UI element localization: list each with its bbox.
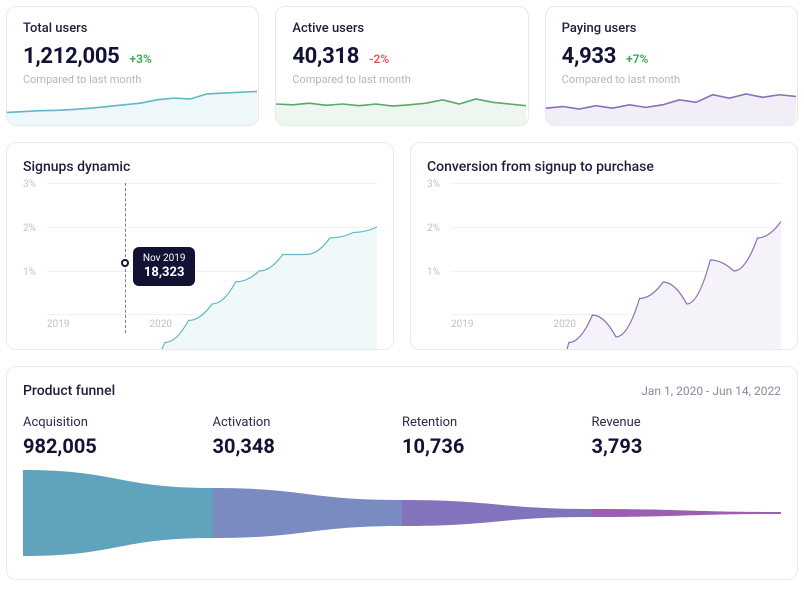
- chart-area: 3% 2% 1% 2019 2020 2021 2022: [427, 183, 781, 333]
- kpi-delta: +7%: [626, 52, 648, 66]
- chart-area: 3% 2% 1% 2019 2020 2021 2022 Nov 2019: [23, 183, 377, 333]
- funnel-header: Product funnel Jan 1, 2020 - Jun 14, 202…: [23, 383, 781, 399]
- chart-title: Signups dynamic: [23, 159, 377, 175]
- sparkline-paying-users: [546, 83, 796, 125]
- y-tick: 3%: [427, 179, 440, 190]
- funnel-segment: [23, 470, 213, 556]
- stage-value: 30,348: [213, 434, 395, 458]
- line-chart-conversion: [451, 183, 781, 350]
- line-chart-signups: [47, 183, 377, 350]
- funnel-segment: [213, 488, 403, 538]
- kpi-value-row: 4,933 +7%: [562, 44, 781, 69]
- y-axis: 3% 2% 1%: [427, 183, 451, 315]
- kpi-title: Paying users: [562, 21, 781, 36]
- kpi-delta: -2%: [369, 52, 389, 66]
- stage-label: Revenue: [592, 415, 774, 430]
- kpi-value: 40,318: [292, 44, 359, 69]
- kpi-card-paying-users[interactable]: Paying users 4,933 +7% Compared to last …: [545, 6, 798, 126]
- kpi-card-active-users[interactable]: Active users 40,318 -2% Compared to last…: [275, 6, 528, 126]
- kpi-card-total-users[interactable]: Total users 1,212,005 +3% Compared to la…: [6, 6, 259, 126]
- chart-title: Conversion from signup to purchase: [427, 159, 781, 175]
- kpi-value: 1,212,005: [23, 44, 119, 69]
- y-tick: 1%: [23, 267, 36, 278]
- stage-value: 3,793: [592, 434, 774, 458]
- y-tick: 1%: [427, 267, 440, 278]
- y-axis: 3% 2% 1%: [23, 183, 47, 315]
- funnel-stage-acquisition: Acquisition 982,005: [23, 415, 213, 458]
- y-tick: 3%: [23, 179, 36, 190]
- kpi-row: Total users 1,212,005 +3% Compared to la…: [6, 6, 798, 126]
- stage-label: Retention: [402, 415, 584, 430]
- kpi-title: Active users: [292, 21, 511, 36]
- funnel-segment: [592, 509, 782, 517]
- stage-label: Activation: [213, 415, 395, 430]
- funnel-stages: Acquisition 982,005 Activation 30,348 Re…: [23, 415, 781, 458]
- mid-chart-row: Signups dynamic 3% 2% 1% 2019 2020 2021 …: [6, 142, 798, 350]
- sparkline-active-users: [276, 83, 526, 125]
- chart-card-conversion[interactable]: Conversion from signup to purchase 3% 2%…: [410, 142, 798, 350]
- funnel-title: Product funnel: [23, 383, 115, 399]
- funnel-card[interactable]: Product funnel Jan 1, 2020 - Jun 14, 202…: [6, 366, 798, 580]
- funnel-date-range: Jan 1, 2020 - Jun 14, 2022: [641, 384, 781, 398]
- funnel-segment: [402, 500, 592, 526]
- funnel-stage-retention: Retention 10,736: [402, 415, 592, 458]
- hover-guideline: [125, 183, 126, 333]
- funnel-chart: [23, 470, 781, 556]
- y-tick: 2%: [427, 223, 440, 234]
- funnel-stage-activation: Activation 30,348: [213, 415, 403, 458]
- kpi-value-row: 40,318 -2%: [292, 44, 511, 69]
- stage-value: 982,005: [23, 434, 205, 458]
- kpi-title: Total users: [23, 21, 242, 36]
- stage-label: Acquisition: [23, 415, 205, 430]
- kpi-value: 4,933: [562, 44, 616, 69]
- hover-marker: [121, 259, 129, 267]
- kpi-delta: +3%: [129, 52, 151, 66]
- funnel-stage-revenue: Revenue 3,793: [592, 415, 782, 458]
- sparkline-total-users: [7, 83, 257, 125]
- stage-value: 10,736: [402, 434, 584, 458]
- chart-card-signups[interactable]: Signups dynamic 3% 2% 1% 2019 2020 2021 …: [6, 142, 394, 350]
- y-tick: 2%: [23, 223, 36, 234]
- kpi-value-row: 1,212,005 +3%: [23, 44, 242, 69]
